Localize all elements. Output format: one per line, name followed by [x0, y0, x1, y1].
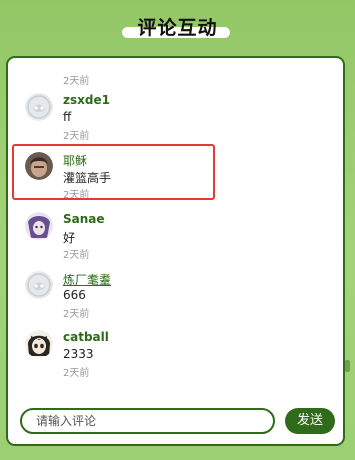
- comment-time: 2天前: [63, 250, 90, 261]
- list-item: catball 2333 2天前: [8, 327, 343, 385]
- list-item: 炼厂耄耋 666 2天前: [8, 268, 343, 326]
- comment-content: 好: [63, 231, 76, 245]
- comment-input-wrapper[interactable]: [20, 408, 275, 434]
- list-item: Sanae 好 2天前: [8, 209, 343, 267]
- list-item: zsxde1 ff 2天前: [8, 90, 343, 148]
- scrollbar-thumb[interactable]: [345, 360, 350, 372]
- default-avatar-icon[interactable]: [25, 93, 53, 121]
- comment-content: ff: [63, 110, 72, 124]
- comment-author[interactable]: catball: [63, 330, 109, 344]
- anime-girl-avatar-icon[interactable]: [25, 330, 53, 358]
- comment-author[interactable]: zsxde1: [63, 93, 110, 107]
- list-item: 2天前: [8, 58, 343, 93]
- send-button[interactable]: 发送: [285, 408, 335, 434]
- comment-author[interactable]: 炼厂耄耋: [63, 271, 111, 288]
- comment-list[interactable]: 2天前 zsxde1 ff 2天前 耶稣 灌篮高手 2天前 Sanae 好 2天…: [8, 58, 343, 394]
- comment-time: 2天前: [63, 131, 90, 142]
- comment-time: 2天前: [63, 368, 90, 379]
- comment-time: 2天前: [63, 76, 90, 87]
- comments-panel: 2天前 zsxde1 ff 2天前 耶稣 灌篮高手 2天前 Sanae 好 2天…: [6, 56, 345, 446]
- comment-content: 666: [63, 288, 86, 302]
- comment-content: 2333: [63, 347, 94, 361]
- comment-input[interactable]: [36, 413, 261, 429]
- comment-time: 2天前: [63, 309, 90, 320]
- default-avatar-icon[interactable]: [25, 271, 53, 299]
- highlight-frame: [12, 144, 215, 200]
- header: 评论互动: [0, 0, 355, 52]
- comment-author[interactable]: Sanae: [63, 212, 105, 226]
- page-title: 评论互动: [137, 17, 218, 39]
- anime-avatar-icon[interactable]: [25, 212, 53, 240]
